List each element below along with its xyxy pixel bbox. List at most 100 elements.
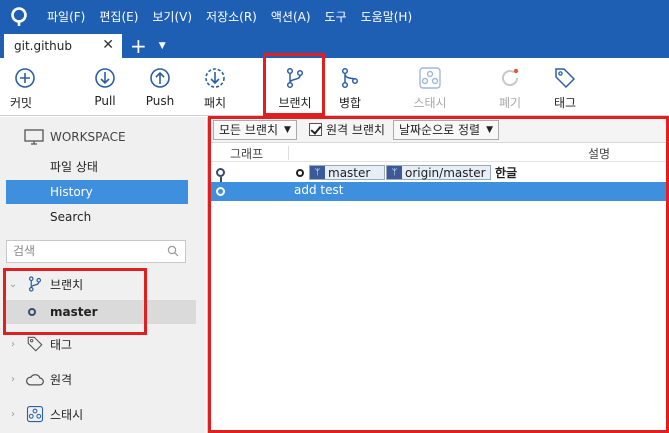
stash-icon: [419, 67, 441, 89]
remotes-label: 원격: [50, 372, 73, 387]
merge-button[interactable]: 병합: [321, 58, 379, 116]
discard-button[interactable]: 폐기: [481, 58, 539, 116]
ref-label-master[interactable]: ᛘ master: [309, 165, 386, 180]
sidebar-section-remotes[interactable]: › 원격: [6, 365, 196, 393]
history-pane: 모든 브랜치 ▼ 원격 브랜치 날짜순으로 정렬 ▼ 그래프 설명 ᛘ mast…: [207, 117, 669, 433]
tag-label: 태그: [553, 96, 577, 110]
fetch-label: 패치: [203, 96, 227, 110]
stash-button[interactable]: 스태시: [401, 58, 459, 116]
ref-origin-master-text: origin/master: [405, 165, 486, 180]
tags-label: 태그: [50, 337, 73, 352]
chevron-down-icon: ▼: [284, 124, 291, 135]
column-description[interactable]: 설명: [588, 145, 610, 162]
fetch-button[interactable]: 패치: [186, 58, 244, 116]
branches-label: 브랜치: [50, 277, 84, 292]
commit-node: [216, 187, 225, 196]
current-branch-dot: [28, 308, 36, 316]
commit-button[interactable]: 커밋: [0, 58, 54, 116]
branch-icon: [286, 67, 304, 89]
stash-label: 스태시: [413, 96, 447, 110]
tag-button[interactable]: 태그: [536, 58, 594, 116]
remote-branches-toggle[interactable]: 원격 브랜치: [308, 121, 385, 138]
branch-ref-icon: ᛘ: [387, 166, 402, 179]
head-marker-icon: [296, 169, 304, 177]
pull-button[interactable]: Pull: [76, 58, 134, 116]
column-divider[interactable]: [288, 146, 289, 160]
commit-message: add test: [294, 183, 344, 197]
commit-row-selected[interactable]: add test: [208, 182, 669, 201]
stash-icon: [24, 404, 46, 424]
monitor-icon: [24, 129, 44, 145]
chevron-right-icon[interactable]: ›: [6, 409, 20, 420]
sourcetree-logo-icon: [8, 6, 30, 28]
tag-icon: [24, 334, 46, 354]
tag-icon: [555, 68, 576, 89]
history-column-header: 그래프 설명: [208, 144, 669, 162]
discard-icon: [502, 68, 519, 87]
push-icon: [150, 68, 170, 88]
chevron-right-icon[interactable]: ›: [6, 374, 20, 385]
pull-label: Pull: [94, 94, 116, 108]
menu-edit[interactable]: 편집(E): [92, 8, 145, 25]
toolbar: 커밋 Pull Push 패치 브랜치 병합 스태시 폐기 태그: [0, 58, 669, 116]
branch-ref-icon: ᛘ: [310, 166, 325, 179]
sidebar-item-file-status[interactable]: 파일 상태: [6, 155, 188, 179]
add-tab-icon[interactable]: +: [130, 36, 147, 56]
close-icon[interactable]: ✕: [102, 37, 114, 53]
sort-order-dropdown[interactable]: 날짜순으로 정렬 ▼: [392, 119, 499, 140]
commit-icon: [15, 68, 35, 88]
chevron-right-icon[interactable]: ›: [6, 339, 20, 350]
push-label: Push: [145, 94, 175, 108]
discard-label: 폐기: [498, 96, 522, 110]
remote-branches-label: 원격 브랜치: [325, 123, 385, 137]
ref-label-origin-master[interactable]: ᛘ origin/master: [386, 165, 491, 180]
menu-tools[interactable]: 도구: [318, 8, 354, 25]
menu-file[interactable]: 파일(F): [40, 8, 92, 25]
menu-bar: 파일(F) 편집(E) 보기(V) 저장소(R) 액션(A) 도구 도움말(H): [0, 0, 669, 33]
sidebar-branch-master[interactable]: master: [6, 300, 196, 324]
menu-actions[interactable]: 액션(A): [264, 8, 318, 25]
cloud-icon: [24, 369, 46, 389]
tab-strip: git.github ✕ + ▼: [0, 33, 669, 58]
stashes-label: 스태시: [50, 407, 84, 422]
menu-view[interactable]: 보기(V): [145, 8, 199, 25]
menu-repository[interactable]: 저장소(R): [199, 8, 264, 25]
pull-icon: [95, 68, 115, 88]
commit-message: 한글: [495, 166, 518, 180]
tab-menu-chevron-icon[interactable]: ▼: [159, 41, 166, 51]
commit-row[interactable]: ᛘ master ᛘ origin/master 한글: [208, 163, 669, 182]
remote-branches-checkbox[interactable]: [308, 123, 322, 136]
merge-label: 병합: [338, 96, 362, 110]
search-placeholder: 검색: [13, 244, 36, 258]
push-button[interactable]: Push: [131, 58, 189, 116]
commit-label: 커밋: [10, 96, 33, 110]
commit-node: [216, 168, 225, 177]
branch-button[interactable]: 브랜치: [266, 58, 324, 116]
branch-filter-value: 모든 브랜치: [219, 123, 279, 137]
sidebar-search-input[interactable]: 검색: [6, 240, 186, 263]
merge-icon: [341, 67, 359, 89]
column-graph[interactable]: 그래프: [230, 145, 263, 162]
menu-help[interactable]: 도움말(H): [354, 8, 420, 25]
chevron-down-icon[interactable]: ⌄: [6, 279, 20, 290]
search-icon: [167, 245, 179, 257]
branch-icon: [24, 274, 46, 294]
branch-label: 브랜치: [278, 96, 312, 110]
sidebar-item-search[interactable]: Search: [6, 205, 188, 229]
branch-master-label: master: [50, 305, 98, 319]
branch-filter-dropdown[interactable]: 모든 브랜치 ▼: [213, 119, 297, 140]
sidebar-item-history[interactable]: History: [6, 180, 188, 204]
fetch-icon: [205, 68, 225, 88]
sidebar: WORKSPACE 파일 상태 History Search 검색 ⌄ 브랜치 …: [0, 117, 206, 433]
sidebar-section-branches[interactable]: ⌄ 브랜치: [6, 270, 196, 298]
workspace-label: WORKSPACE: [50, 130, 126, 144]
workspace-header: WORKSPACE: [24, 129, 126, 145]
history-filter-bar: 모든 브랜치 ▼ 원격 브랜치 날짜순으로 정렬 ▼: [208, 117, 669, 143]
sidebar-section-stashes[interactable]: › 스태시: [6, 400, 196, 428]
ref-master-text: master: [328, 165, 371, 180]
chevron-down-icon: ▼: [486, 124, 493, 135]
tab-title: git.github: [14, 39, 72, 53]
sidebar-section-tags[interactable]: › 태그: [6, 330, 196, 358]
tab-repository[interactable]: git.github ✕: [4, 34, 122, 58]
sort-order-value: 날짜순으로 정렬: [398, 123, 481, 137]
